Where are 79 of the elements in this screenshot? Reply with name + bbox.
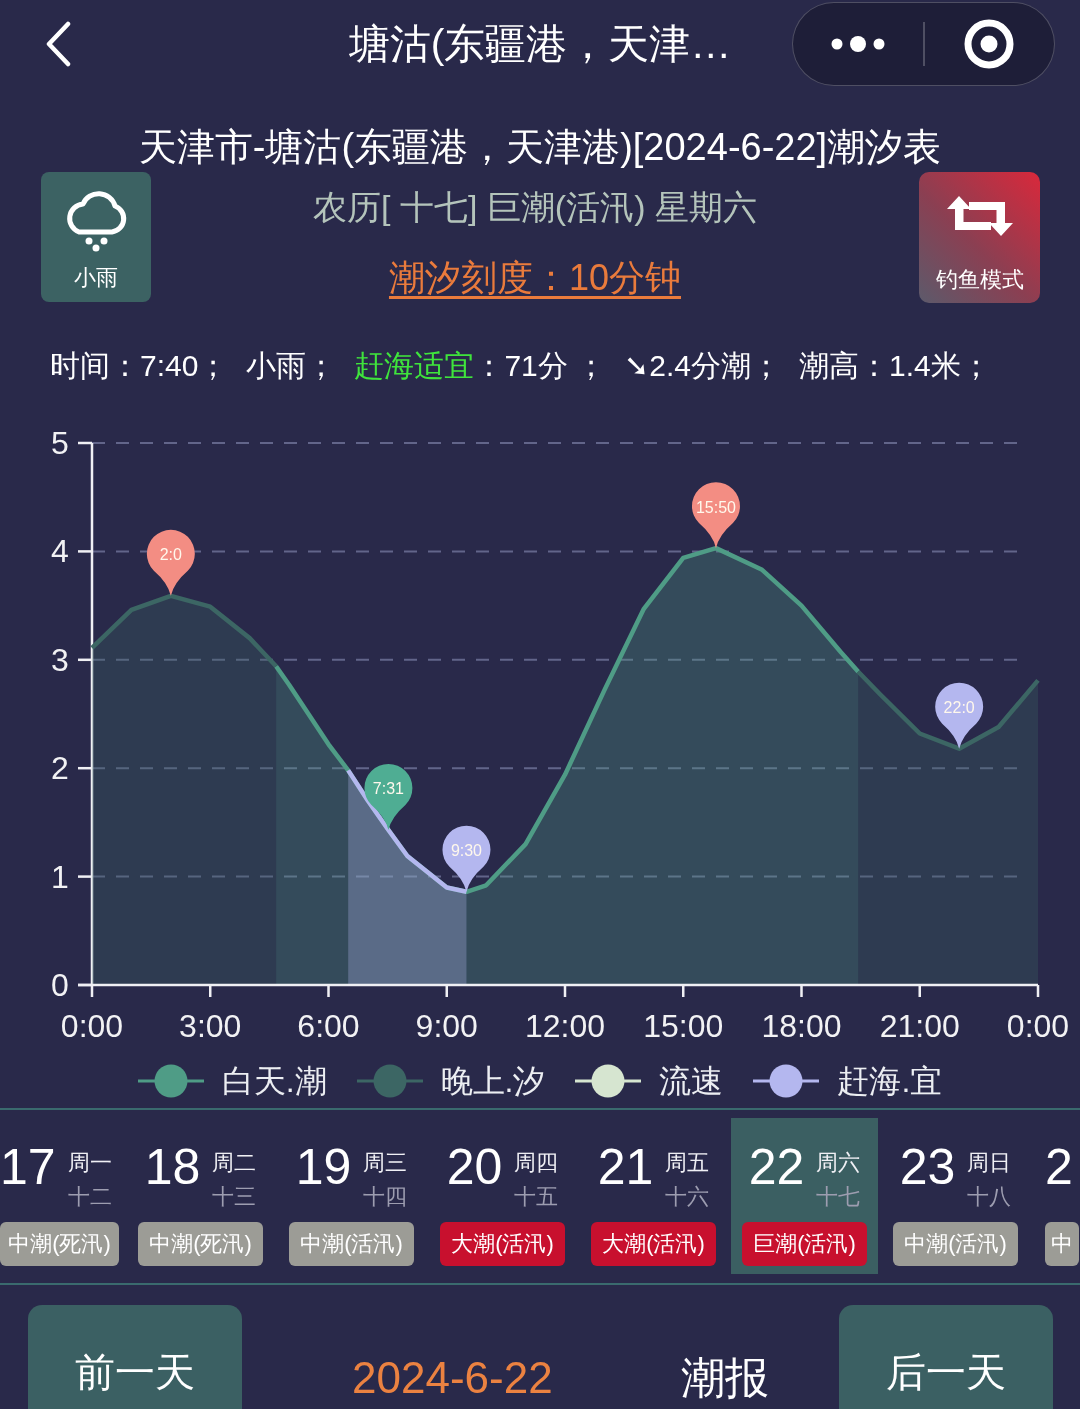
time-pin: 15:50 — [691, 482, 740, 549]
x-tick-label: 18:00 — [761, 1008, 842, 1044]
day-number: 18 — [144, 1138, 201, 1197]
weekday-label: 周三 — [363, 1149, 408, 1177]
weekday-label: 周五 — [665, 1149, 710, 1177]
weekday-label: 周一 — [67, 1149, 112, 1177]
lunar-date: 十四 — [363, 1183, 408, 1211]
back-icon[interactable] — [44, 21, 72, 67]
time-pin: 22:0 — [935, 682, 984, 749]
annotation: 7:31 — [372, 780, 405, 798]
day-number: 19 — [295, 1138, 352, 1197]
weather-label: 小雨 — [74, 264, 118, 292]
lunar-date: 十六 — [665, 1183, 710, 1211]
info-item: 时间：7:40； — [50, 348, 229, 384]
annotation: 2:0 — [159, 546, 183, 564]
info-item: ➘2.4分潮； — [624, 348, 781, 384]
lunar-date: 十三 — [212, 1183, 257, 1211]
day-number: 20 — [446, 1138, 503, 1197]
legend-label: 赶海.宜 — [837, 1062, 943, 1101]
y-tick-label: 1 — [51, 858, 69, 895]
x-tick-label: 0:00 — [1006, 1008, 1070, 1044]
tide-tag: 大潮(活汛) — [440, 1222, 565, 1266]
x-tick-label: 15:00 — [643, 1008, 724, 1044]
more-icon[interactable] — [830, 35, 885, 53]
tide-tag: 中潮(死汛) — [138, 1222, 263, 1266]
day-number: 22 — [748, 1138, 805, 1197]
info-item: 小雨； — [246, 348, 337, 384]
y-tick-label: 2 — [51, 750, 69, 787]
tide-tag: 中潮(活汛) — [893, 1222, 1018, 1266]
x-tick-label: 0:00 — [60, 1008, 124, 1044]
x-tick-label: 9:00 — [415, 1008, 478, 1044]
annotation: 9:30 — [450, 842, 483, 860]
tide-report-link[interactable]: 潮报 — [680, 1352, 769, 1404]
tide-tag: 巨潮(活汛) — [742, 1222, 867, 1266]
lunar-date: 十八 — [967, 1183, 1012, 1211]
lunar-date: 十七 — [816, 1183, 861, 1211]
day-number: 23 — [899, 1138, 956, 1197]
x-tick-label: 12:00 — [524, 1008, 606, 1044]
lunar-date: 十五 — [514, 1183, 559, 1211]
y-tick-label: 3 — [51, 641, 69, 678]
annotation: 22:0 — [943, 699, 975, 717]
next-day-button[interactable]: 后一天 — [839, 1305, 1053, 1409]
tide-tag: 中潮(活汛) — [289, 1222, 414, 1266]
weekday-label: 周四 — [514, 1149, 559, 1177]
x-tick-label: 6:00 — [297, 1008, 360, 1044]
time-pin: 7:31 — [364, 764, 413, 830]
lunar-date: 十二 — [67, 1183, 112, 1211]
weekday-label: 周日 — [967, 1149, 1012, 1177]
fishing-mode-button[interactable]: 钓鱼模式 — [919, 172, 1040, 303]
legend-label: 白天.潮 — [221, 1062, 327, 1101]
ring-dot-icon[interactable] — [964, 19, 1015, 69]
day-number: 21 — [597, 1138, 654, 1197]
day-number: 2 — [1045, 1138, 1073, 1197]
weekday-label: 周二 — [212, 1149, 257, 1177]
repeat-arrows-icon — [946, 194, 1013, 238]
y-tick-label: 5 — [51, 425, 69, 461]
tide-tag: 中 — [1045, 1222, 1079, 1266]
weekday-label: 周六 — [816, 1149, 861, 1177]
info-item: 潮高：1.4米； — [798, 348, 991, 384]
tide-tag: 大潮(活汛) — [591, 1222, 716, 1266]
y-tick-label: 0 — [51, 967, 69, 1003]
y-tick-label: 4 — [51, 533, 69, 570]
legend-label: 流速 — [659, 1062, 724, 1101]
tide-tag: 中潮(死汛) — [0, 1222, 119, 1266]
tide-scale-link[interactable]: 潮汐刻度：10分钟 — [388, 255, 681, 301]
lunar-subtitle: 农历[ 十七] 巨潮(活汛) 星期六 — [313, 187, 757, 228]
x-tick-label: 21:00 — [879, 1008, 960, 1044]
page-title: 塘沽(东疆港，天津… — [348, 20, 732, 69]
x-tick-label: 3:00 — [179, 1008, 242, 1044]
day-item[interactable]: 2 中 — [1033, 1118, 1080, 1274]
day-number: 17 — [0, 1138, 56, 1197]
time-pin: 2:0 — [146, 529, 195, 596]
info-item: 赶海适宜：71分 ； — [354, 348, 607, 384]
current-date[interactable]: 2024-6-22 — [352, 1352, 553, 1404]
prev-day-button[interactable]: 前一天 — [28, 1305, 242, 1409]
tide-table-title: 天津市-塘沽(东疆港，天津港)[2024-6-22]潮汐表 — [138, 125, 942, 170]
time-pin: 9:30 — [442, 825, 491, 892]
legend-label: 晚上.汐 — [440, 1062, 546, 1101]
annotation: 15:50 — [695, 498, 737, 516]
